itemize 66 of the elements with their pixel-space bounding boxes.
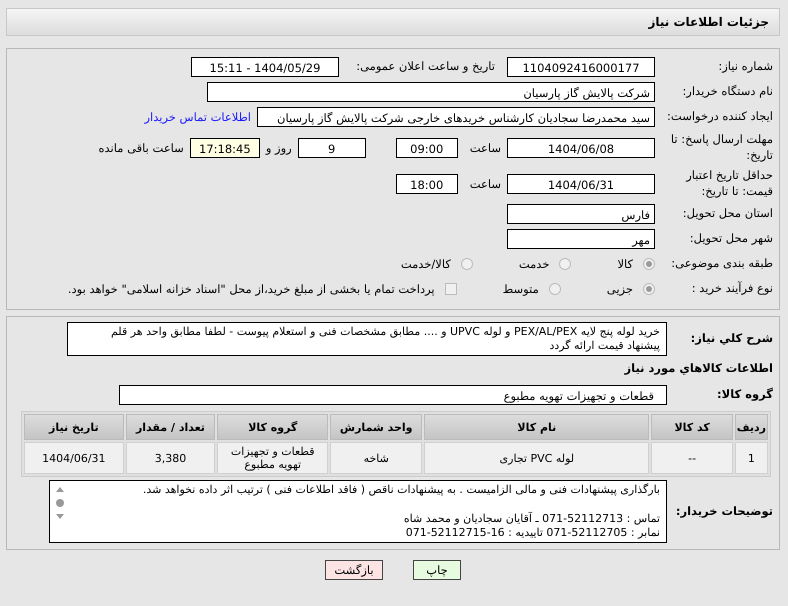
field-label: شهر محل تحویل: [688, 231, 774, 247]
option-label: خدمت [518, 257, 550, 272]
note-line: بارگذاری پیشنهادات فنی و مالی الزامیست . به پیشنهادات ناقص ( فاقد اطلاعات فنی ) ترتیب اثر داده نخواهد شد. [142, 483, 660, 498]
time-label: ساعت [470, 140, 501, 155]
column-header: کد کالا [651, 414, 733, 440]
section-heading: اطلاعات کالاهاي مورد نیاز [624, 361, 774, 377]
field-label: استان محل تحویل: [682, 206, 774, 222]
field-label: ایجاد کننده درخواست: [666, 109, 774, 125]
table-cell: -- [651, 442, 733, 474]
days-label: روز و [266, 140, 292, 155]
option-label: متوسط [502, 282, 539, 296]
field-label: مهلت ارسال پاسخ: تا تاریخ: [670, 132, 774, 164]
column-header: گروه کالا [217, 414, 328, 440]
creator-field: سید محمدرضا سجادیان کارشناس خریدهای خارجی شرکت پالایش گاز پارسیان [257, 107, 655, 127]
column-header: تعداد / مقدار [126, 414, 216, 440]
radio-button[interactable] [548, 283, 561, 296]
field-label: توضیحات خریدار: [674, 504, 774, 520]
field-label: شرح کلي نیاز: [690, 331, 774, 347]
province-field: فارس [507, 204, 655, 224]
goods-group-field: قطعات و تجهیزات تهویه مطبوع [119, 385, 667, 406]
days-field: 9 [298, 138, 366, 158]
description-text: خرید لوله پنج لایه PEX/AL/PEX و لوله UPVC و .... مطابق مشخصات فنی و استعلام پیوست - لطفا مطابق واحد هر قلم پیشنهاد قیمت ارائه گردد [110, 325, 660, 354]
city-field: مهر [507, 229, 655, 250]
contact-link[interactable]: اطلاعات تماس خریدار [144, 110, 251, 124]
radio-button[interactable] [460, 258, 473, 270]
radio-button[interactable] [643, 258, 655, 270]
table-cell: 3,380 [126, 442, 216, 474]
time-field: 09:00 [396, 138, 458, 158]
remaining-label: ساعت باقی مانده [98, 140, 184, 155]
column-header: ردیف [734, 414, 768, 440]
announce-date-field: 1404/05/29 - 15:11 [191, 57, 339, 77]
table-cell: 1 [734, 442, 768, 474]
field-label: نوع فرآیند خرید : [690, 281, 774, 297]
radio-button[interactable] [643, 283, 655, 296]
print-button[interactable]: چاپ [413, 560, 461, 580]
need-number-field: 1104092416000177 [507, 57, 655, 77]
field-label: طبقه بندی موضوعی: [670, 256, 774, 272]
buyer-org-field: شرکت پالایش گاز پارسیان [207, 82, 655, 102]
remaining-time-field: 17:18:45 [190, 138, 260, 158]
column-header: تاریخ نیاز [24, 414, 124, 440]
checkbox-label: پرداخت تمام یا بخشی از مبلغ خرید،از محل "اسناد خزانه اسلامی" خواهد بود. [68, 282, 435, 296]
column-header: واحد شمارش [330, 414, 422, 440]
date-field: 1404/06/31 [507, 174, 655, 194]
option-label: کالا/خدمت [400, 257, 451, 272]
field-label: شماره نیاز: [717, 59, 774, 75]
field-label: نام دستگاه خریدار: [681, 84, 774, 100]
scrollbar-icon[interactable] [54, 485, 66, 522]
note-line: تماس : 52112713-071 ـ آقایان سجادیان و محمد شاه [402, 512, 660, 526]
date-field: 1404/06/08 [507, 138, 655, 158]
checkbox[interactable] [444, 283, 457, 296]
option-label: جزیی [606, 282, 633, 296]
time-label: ساعت [470, 176, 501, 191]
field-label: حداقل تاریخ اعتبار قیمت: تا تاریخ: [684, 168, 774, 200]
page-title: جزئیات اطلاعات نیاز [648, 15, 769, 29]
time-field: 18:00 [396, 174, 458, 194]
back-button[interactable]: بازگشت [325, 560, 383, 580]
option-label: کالا [617, 257, 633, 272]
note-line: نمابر : 52112705-071 تاییدیه : 16-52112715-071 [404, 526, 660, 540]
field-label: تاریخ و ساعت اعلان عمومی: [355, 59, 496, 75]
table-cell: 1404/06/31 [24, 442, 124, 474]
field-label: گروه کالا: [716, 387, 774, 403]
table-cell: قطعات و تجهیزات تهویه مطبوع [217, 442, 328, 474]
table-cell: شاخه [330, 442, 422, 474]
table-cell: لوله PVC تجاری [424, 442, 650, 474]
column-header: نام کالا [424, 414, 650, 440]
radio-button[interactable] [559, 258, 572, 270]
